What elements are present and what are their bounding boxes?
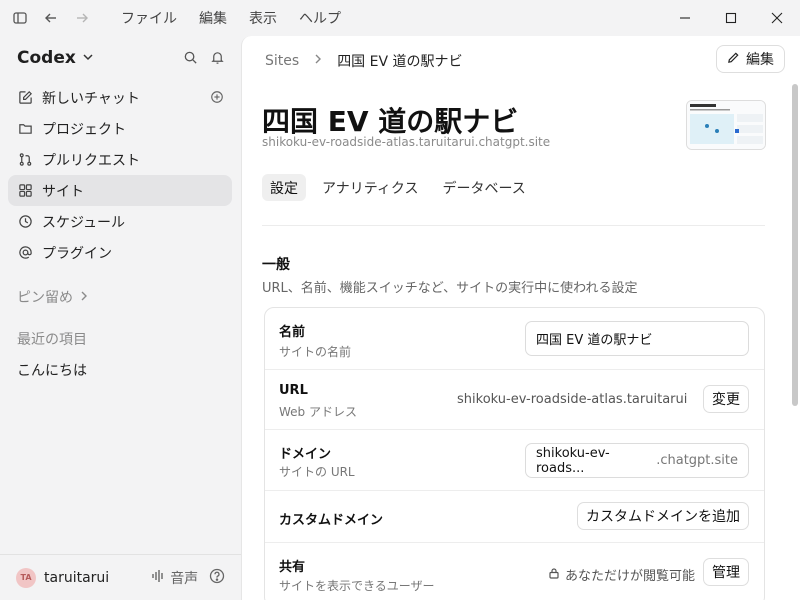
username[interactable]: taruitarui — [44, 570, 109, 586]
setting-label: ドメイン — [279, 447, 332, 462]
close-button[interactable] — [754, 0, 800, 36]
recent-section-heading: 最近の項目 — [17, 329, 87, 349]
recent-chat-item[interactable]: こんにちは — [17, 360, 87, 380]
setting-row-custom-domain: カスタムドメイン カスタムドメインを追加 — [265, 491, 764, 543]
search-icon[interactable] — [183, 50, 198, 69]
setting-sublabel: Web アドレス — [279, 405, 357, 419]
bell-icon[interactable] — [210, 50, 225, 69]
edit-label: 編集 — [746, 52, 774, 68]
sidebar-item-sites[interactable]: サイト — [8, 175, 232, 206]
avatar[interactable]: TA — [16, 567, 36, 588]
site-url[interactable]: shikoku-ev-roadside-atlas.taruitarui.cha… — [262, 135, 550, 149]
chevron-right-icon — [313, 53, 323, 69]
voice-label: 音声 — [170, 570, 199, 587]
recent-label: 最近の項目 — [17, 332, 87, 348]
maximize-button[interactable] — [708, 0, 754, 36]
divider — [262, 225, 765, 226]
settings-card: 名前 サイトの名前 四国 EV 道の駅ナビ URL Web アドレス shiko… — [264, 307, 765, 600]
sidebar-item-label: サイト — [42, 183, 84, 200]
pencil-icon — [727, 51, 740, 68]
domain-suffix: .chatgpt.site — [656, 453, 738, 468]
menu-view[interactable]: 表示 — [249, 8, 277, 28]
help-icon[interactable] — [209, 568, 225, 588]
setting-sublabel: サイトの URL — [279, 465, 355, 479]
sidebar-item-label: プロジェクト — [42, 121, 126, 138]
menu-edit[interactable]: 編集 — [199, 8, 227, 28]
pinned-label: ピン留め — [17, 290, 73, 306]
audio-wave-icon — [151, 569, 165, 587]
share-status-text: あなただけが閲覧可能 — [565, 569, 696, 584]
breadcrumb-current: 四国 EV 道の駅ナビ — [337, 54, 463, 70]
setting-label: カスタムドメイン — [279, 513, 384, 528]
chevron-right-icon — [79, 289, 89, 305]
tab-bar: 設定 アナリティクス データベース — [262, 174, 534, 201]
sidebar-item-label: スケジュール — [42, 214, 126, 231]
sidebar-toggle-icon[interactable] — [10, 8, 30, 28]
setting-label: 名前 — [279, 325, 306, 340]
sidebar-footer: TA taruitarui 音声 — [0, 554, 241, 600]
clock-icon — [17, 214, 33, 230]
sidebar-item-projects[interactable]: プロジェクト — [8, 113, 232, 144]
tab-analytics[interactable]: アナリティクス — [314, 174, 426, 201]
menu-file[interactable]: ファイル — [121, 8, 177, 28]
minimize-button[interactable] — [662, 0, 708, 36]
sidebar: Codex 新しいチャット プロジェクト プルリクエスト サイト スケジュール … — [0, 36, 241, 600]
folder-icon — [17, 121, 33, 137]
sidebar-item-label: プラグイン — [42, 245, 112, 262]
forward-arrow-icon[interactable] — [72, 8, 92, 28]
site-name-value: 四国 EV 道の駅ナビ — [536, 333, 653, 348]
site-name-input[interactable]: 四国 EV 道の駅ナビ — [525, 321, 749, 356]
section-description: URL、名前、機能スイッチなど、サイトの実行中に使われる設定 — [262, 281, 638, 296]
sidebar-nav: 新しいチャット プロジェクト プルリクエスト サイト スケジュール プラグイン — [8, 82, 232, 268]
menu-help[interactable]: ヘルプ — [299, 8, 341, 28]
add-custom-domain-button[interactable]: カスタムドメインを追加 — [577, 502, 749, 530]
setting-label: URL — [279, 383, 308, 398]
setting-label: 共有 — [279, 560, 306, 575]
pinned-section[interactable]: ピン留め — [17, 287, 89, 307]
workspace-name: Codex — [17, 48, 76, 68]
at-icon — [17, 245, 33, 261]
setting-row-url: URL Web アドレス shikoku-ev-roadside-atlas.t… — [265, 370, 764, 430]
pull-request-icon — [17, 152, 33, 168]
sidebar-item-new-chat[interactable]: 新しいチャット — [8, 82, 232, 113]
sidebar-item-schedule[interactable]: スケジュール — [8, 206, 232, 237]
title-bar: ファイル 編集 表示 ヘルプ — [0, 0, 800, 36]
setting-row-share: 共有 サイトを表示できるユーザー あなただけが閲覧可能 管理 — [265, 543, 764, 600]
sidebar-item-label: 新しいチャット — [42, 90, 140, 107]
setting-sublabel: サイトの名前 — [279, 345, 352, 359]
manage-sharing-button[interactable]: 管理 — [703, 558, 749, 586]
breadcrumb-sites-link[interactable]: Sites — [265, 53, 299, 69]
voice-button[interactable]: 音声 — [151, 568, 198, 588]
url-value: shikoku-ev-roadside-atlas.taruitarui.c..… — [457, 392, 687, 407]
breadcrumb: Sites 四国 EV 道の駅ナビ — [265, 51, 463, 71]
section-title: 一般 — [262, 257, 290, 273]
tab-database[interactable]: データベース — [434, 174, 533, 201]
site-thumbnail[interactable] — [686, 100, 766, 150]
sidebar-item-pull-requests[interactable]: プルリクエスト — [8, 144, 232, 175]
edit-icon — [17, 90, 33, 106]
plus-circle-icon[interactable] — [210, 90, 224, 108]
sidebar-item-plugins[interactable]: プラグイン — [8, 237, 232, 268]
setting-sublabel: サイトを表示できるユーザー — [279, 579, 435, 593]
change-url-button[interactable]: 変更 — [703, 385, 749, 413]
page-title: 四国 EV 道の駅ナビ — [262, 105, 519, 138]
chevron-down-icon — [82, 48, 94, 68]
tab-settings[interactable]: 設定 — [262, 174, 306, 201]
setting-row-domain: ドメイン サイトの URL shikoku-ev-roads... .chatg… — [265, 430, 764, 491]
workspace-switcher[interactable]: Codex — [17, 48, 94, 68]
share-status: あなただけが閲覧可能 — [548, 565, 695, 584]
grid-icon — [17, 183, 33, 199]
domain-input[interactable]: shikoku-ev-roads... .chatgpt.site — [525, 443, 749, 478]
lock-icon — [548, 567, 560, 583]
edit-button[interactable]: 編集 — [716, 45, 785, 73]
sidebar-item-label: プルリクエスト — [42, 152, 140, 169]
setting-row-name: 名前 サイトの名前 四国 EV 道の駅ナビ — [265, 308, 764, 370]
menu-bar: ファイル 編集 表示 ヘルプ — [121, 8, 341, 28]
back-arrow-icon[interactable] — [41, 8, 61, 28]
main-panel: Sites 四国 EV 道の駅ナビ 編集 四国 EV 道の駅ナビ shikoku… — [241, 36, 800, 600]
domain-value: shikoku-ev-roads... — [536, 445, 610, 476]
scrollbar[interactable] — [792, 84, 798, 406]
